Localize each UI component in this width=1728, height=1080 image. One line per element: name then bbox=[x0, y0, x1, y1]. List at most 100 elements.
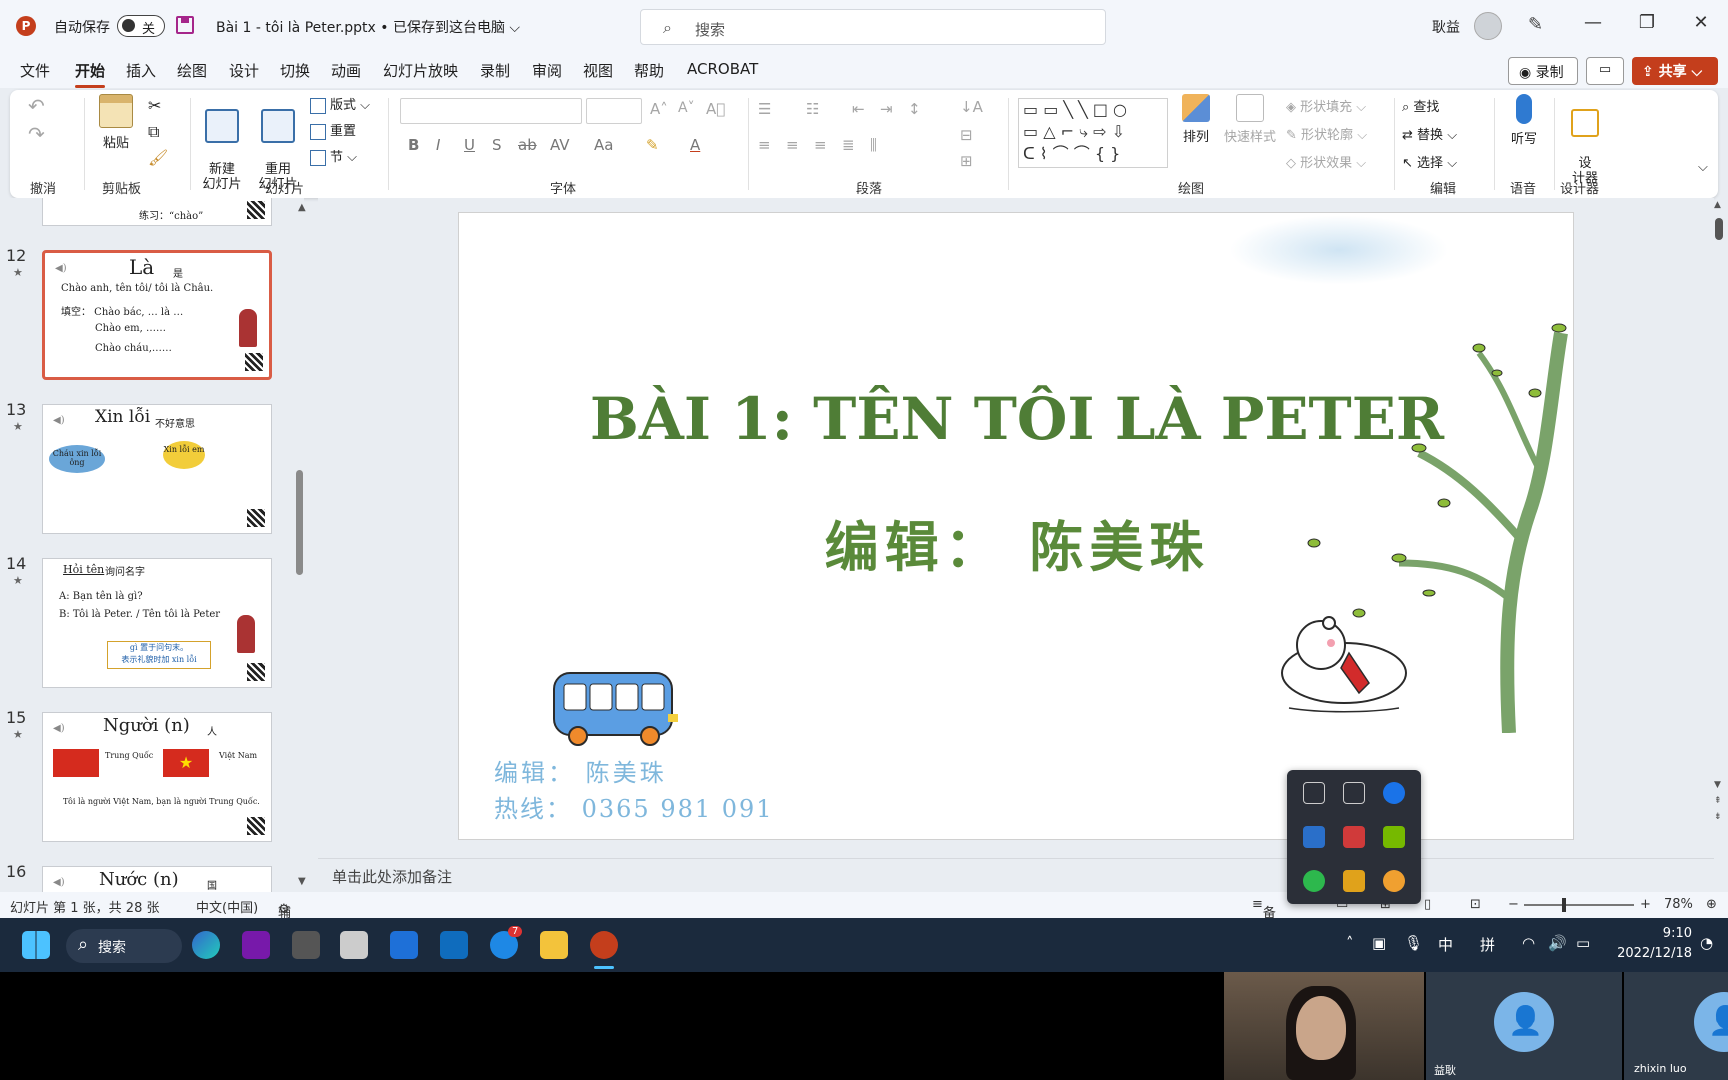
comments-button[interactable]: ▭ bbox=[1586, 57, 1624, 85]
zoom-out-icon[interactable]: − bbox=[1508, 897, 1519, 912]
save-icon[interactable] bbox=[176, 16, 194, 34]
slide-thumbnail[interactable]: ◀) Là 是 Chào anh, tên tôi/ tôi là Châu. … bbox=[42, 250, 272, 380]
tab-slideshow[interactable]: 幻灯片放映 bbox=[383, 60, 458, 81]
edge-icon[interactable] bbox=[192, 931, 220, 959]
tab-view[interactable]: 视图 bbox=[583, 60, 613, 81]
tab-acrobat[interactable]: ACROBAT bbox=[687, 60, 758, 78]
copy-icon[interactable]: ⧉ bbox=[148, 122, 159, 142]
close-icon[interactable]: ✕ bbox=[1686, 12, 1716, 33]
slide-thumbnail[interactable]: 练习：“chào” bbox=[42, 198, 272, 226]
notes-pane[interactable]: 单击此处添加备注 bbox=[318, 858, 1714, 890]
reset-button[interactable]: 重置 bbox=[310, 120, 356, 140]
find-button[interactable]: ⌕ 查找 bbox=[1402, 96, 1439, 115]
clear-format-icon[interactable]: A⃠ bbox=[706, 100, 725, 118]
tab-transitions[interactable]: 切换 bbox=[280, 60, 310, 81]
tab-file[interactable]: 文件 bbox=[20, 60, 50, 81]
font-size-select[interactable] bbox=[586, 98, 642, 124]
input-indicator-icon[interactable]: ▣ bbox=[1372, 934, 1386, 952]
outlook-icon[interactable] bbox=[440, 931, 468, 959]
windows-start-icon[interactable] bbox=[22, 931, 50, 959]
avatar[interactable] bbox=[1474, 12, 1502, 40]
self-camera-tile[interactable] bbox=[1224, 972, 1424, 1080]
wechat-icon[interactable] bbox=[1303, 870, 1325, 892]
redo-icon[interactable]: ↷ bbox=[28, 122, 45, 146]
media-icon[interactable] bbox=[1343, 782, 1365, 804]
highlight-icon[interactable]: ✎ bbox=[646, 136, 659, 154]
scroll-up-icon[interactable]: ▲ bbox=[1714, 200, 1721, 210]
zoom-in-icon[interactable]: + bbox=[1640, 897, 1651, 912]
slide-thumbnail[interactable]: Hỏi tên 询问名字 A: Bạn tên là gì? B: Tôi là… bbox=[42, 558, 272, 688]
minimize-icon[interactable]: — bbox=[1578, 12, 1608, 33]
ime-chinese[interactable]: 中 bbox=[1438, 934, 1453, 955]
wifi-icon[interactable]: ◠ bbox=[1522, 934, 1535, 952]
taskbar-search[interactable]: 搜索 bbox=[66, 929, 182, 963]
align-left-icon[interactable]: ≡ bbox=[758, 136, 771, 154]
section-button[interactable]: 节 ⌵ bbox=[310, 146, 357, 166]
clock-date[interactable]: 2022/12/18 bbox=[1612, 946, 1692, 961]
align-text-icon[interactable]: ⊟ bbox=[960, 126, 973, 144]
autosave-toggle[interactable]: 关 bbox=[117, 15, 165, 37]
zoom-level[interactable]: 78% bbox=[1664, 897, 1693, 912]
layout-button[interactable]: 版式 ⌵ bbox=[310, 94, 370, 114]
shapes-gallery[interactable]: ▭ ▭ ╲ ╲ □ ○ ▭ △ ⌐ ⤷ ⇨ ⇩ ᑕ ⌇ ⌒ ⌒ { } bbox=[1018, 98, 1168, 168]
strikethrough-icon[interactable]: ab bbox=[518, 136, 537, 154]
sync-icon[interactable] bbox=[1383, 870, 1405, 892]
decrease-indent-icon[interactable]: ⇤ bbox=[852, 100, 865, 118]
grow-font-icon[interactable]: A˄ bbox=[650, 100, 668, 118]
change-case-icon[interactable]: Aa bbox=[594, 136, 613, 154]
record-button[interactable]: ◉ 录制 bbox=[1508, 57, 1578, 85]
undo-icon[interactable]: ↶ bbox=[28, 94, 45, 118]
zoom-slider-thumb[interactable] bbox=[1562, 898, 1566, 912]
shrink-font-icon[interactable]: A˅ bbox=[678, 100, 695, 116]
justify-icon[interactable]: ≣ bbox=[842, 136, 855, 154]
main-scrollbar[interactable]: ▲ ▼ ⇞ ⇟ bbox=[1714, 200, 1724, 890]
s-app-icon[interactable] bbox=[1343, 870, 1365, 892]
slideshow-icon[interactable]: ⊡ bbox=[1470, 897, 1481, 912]
shape-outline-button[interactable]: ✎ 形状轮廓 ⌵ bbox=[1286, 124, 1367, 143]
tab-design[interactable]: 设计 bbox=[229, 60, 259, 81]
text-direction-icon[interactable]: ↓A bbox=[960, 98, 983, 116]
fit-to-window-icon[interactable]: ⊕ bbox=[1706, 897, 1717, 912]
slide-thumbnail[interactable]: ◀) Người (n) 人 Trung Quốc ★ Việt Nam Tôi… bbox=[42, 712, 272, 842]
next-slide-icon[interactable]: ⇟ bbox=[1714, 812, 1722, 822]
current-slide[interactable]: BÀI 1: TÊN TÔI LÀ PETER 编辑： 陈美珠 编辑： 陈美珠 … bbox=[458, 212, 1574, 840]
volume-icon[interactable]: 🔊 bbox=[1548, 934, 1567, 952]
slide-thumbnail[interactable]: ◀) Xin lỗi 不好意思 Cháu xin lỗi ông Xin lỗi… bbox=[42, 404, 272, 534]
snipping-tool-icon[interactable] bbox=[340, 931, 368, 959]
clock-time[interactable]: 9:10 bbox=[1612, 926, 1692, 941]
increase-indent-icon[interactable]: ⇥ bbox=[880, 100, 893, 118]
scroll-down-icon[interactable]: ▼ bbox=[1714, 780, 1721, 790]
tab-home[interactable]: 开始 bbox=[75, 60, 106, 88]
dictate-button[interactable]: 听写 bbox=[1504, 94, 1544, 147]
usb-icon[interactable] bbox=[1303, 782, 1325, 804]
numbering-icon[interactable]: ☷ bbox=[806, 100, 819, 118]
bluetooth-icon[interactable] bbox=[1383, 782, 1405, 804]
share-button[interactable]: ⇪ 共享 ⌵ bbox=[1632, 57, 1718, 85]
scroll-down-icon[interactable]: ▼ bbox=[298, 876, 306, 887]
collapse-ribbon-icon[interactable]: ⌵ bbox=[1698, 160, 1708, 175]
file-explorer-icon[interactable] bbox=[540, 931, 568, 959]
font-family-select[interactable] bbox=[400, 98, 582, 124]
thumbnails-scrollbar[interactable] bbox=[296, 470, 303, 575]
powerpoint-taskbar-icon[interactable] bbox=[590, 931, 618, 959]
participant-tile[interactable]: zhixin luo bbox=[1624, 972, 1728, 1080]
smartart-icon[interactable]: ⊞ bbox=[960, 152, 973, 170]
paste-button[interactable]: 粘贴 bbox=[90, 94, 142, 151]
replace-button[interactable]: ⇄ 替换 ⌵ bbox=[1402, 124, 1457, 143]
security-shield-icon[interactable] bbox=[1303, 826, 1325, 848]
arrange-button[interactable]: 排列 bbox=[1176, 94, 1216, 145]
align-right-icon[interactable]: ≡ bbox=[814, 136, 827, 154]
underline-icon[interactable]: U bbox=[464, 136, 475, 154]
tab-record[interactable]: 录制 bbox=[480, 60, 510, 81]
scroll-up-icon[interactable]: ▲ bbox=[298, 202, 306, 213]
select-button[interactable]: ↖ 选择 ⌵ bbox=[1402, 152, 1457, 171]
notes-toggle[interactable]: ≡ 备注 bbox=[1252, 897, 1276, 940]
tab-help[interactable]: 帮助 bbox=[634, 60, 664, 81]
reading-view-icon[interactable]: ▯ bbox=[1424, 897, 1431, 912]
cut-icon[interactable]: ✂ bbox=[148, 96, 161, 115]
ime-pinyin[interactable]: 拼 bbox=[1480, 934, 1495, 955]
participant-tile[interactable]: 益耿 bbox=[1426, 972, 1622, 1080]
calculator-icon[interactable] bbox=[292, 931, 320, 959]
columns-icon[interactable]: ⫼ bbox=[870, 136, 877, 154]
shape-fill-button[interactable]: ◈ 形状填充 ⌵ bbox=[1286, 96, 1366, 115]
